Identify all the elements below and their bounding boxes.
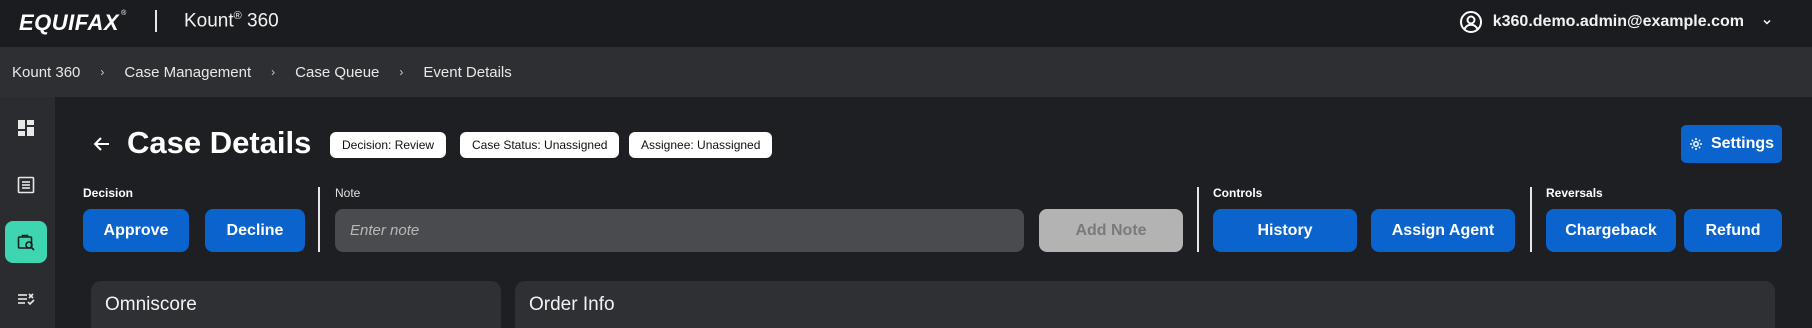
breadcrumb: Kount 360 › Case Management › Case Queue… xyxy=(0,47,1812,97)
app-name: Kount xyxy=(184,10,234,32)
chevron-down-icon xyxy=(1763,19,1771,25)
case-search-icon xyxy=(17,234,35,251)
gear-icon xyxy=(1689,138,1702,150)
nav-dashboard[interactable] xyxy=(5,107,47,149)
app-title: Kount® 360 xyxy=(184,10,279,32)
section-divider xyxy=(318,187,320,252)
settings-label: Settings xyxy=(1710,135,1775,152)
refund-button[interactable]: Refund xyxy=(1684,209,1782,252)
add-note-button[interactable]: Add Note xyxy=(1039,209,1183,252)
breadcrumb-item-case-queue[interactable]: Case Queue xyxy=(295,64,379,81)
omniscore-card: Omniscore xyxy=(91,281,501,328)
list-icon xyxy=(17,176,35,194)
logo-mark: ® xyxy=(121,10,127,17)
case-status-badge: Case Status: Unassigned xyxy=(460,132,620,158)
breadcrumb-separator: › xyxy=(100,65,105,79)
settings-button[interactable]: Settings xyxy=(1681,125,1782,163)
section-divider xyxy=(1197,187,1199,252)
history-button[interactable]: History xyxy=(1213,209,1357,252)
note-label: Note xyxy=(335,186,361,200)
assignee-badge: Assignee: Unassigned xyxy=(629,132,773,158)
breadcrumb-item-event-details: Event Details xyxy=(423,63,512,81)
note-input[interactable] xyxy=(335,209,1024,252)
app-mark: ® xyxy=(233,10,242,22)
side-nav xyxy=(0,97,55,328)
decision-label: Decision xyxy=(83,186,134,200)
user-menu[interactable]: k360.demo.admin@example.com xyxy=(1459,10,1772,34)
reversals-label: Reversals xyxy=(1546,186,1603,200)
nav-list[interactable] xyxy=(5,164,47,206)
nav-case-management[interactable] xyxy=(5,221,47,263)
rules-icon xyxy=(18,293,35,306)
decision-status-badge: Decision: Review xyxy=(330,132,447,158)
controls-label: Controls xyxy=(1213,186,1263,200)
assign-agent-button[interactable]: Assign Agent xyxy=(1371,209,1515,252)
app-suffix: 360 xyxy=(241,10,279,32)
breadcrumb-separator: › xyxy=(399,65,404,79)
approve-button[interactable]: Approve xyxy=(83,209,189,252)
back-arrow-icon[interactable] xyxy=(92,134,112,154)
breadcrumb-item-case-management[interactable]: Case Management xyxy=(124,64,251,81)
equifax-logo[interactable]: EQUIFAX ® xyxy=(19,10,127,36)
breadcrumb-separator: › xyxy=(271,65,276,79)
page-title: Case Details xyxy=(127,125,312,160)
breadcrumb-item-kount-360[interactable]: Kount 360 xyxy=(12,64,80,81)
top-bar: EQUIFAX ® Kount® 360 k360.demo.admin@exam… xyxy=(0,0,1812,47)
decline-button[interactable]: Decline xyxy=(205,209,305,252)
chargeback-button[interactable]: Chargeback xyxy=(1546,209,1676,252)
omniscore-card-title: Omniscore xyxy=(105,294,197,315)
dashboard-icon xyxy=(18,120,34,136)
user-avatar-icon xyxy=(1459,11,1482,33)
section-divider xyxy=(1530,187,1532,252)
order-info-card-title: Order Info xyxy=(529,294,615,315)
user-email: k360.demo.admin@example.com xyxy=(1492,13,1744,30)
order-info-card: Order Info xyxy=(515,281,1775,328)
header-divider xyxy=(155,10,157,32)
logo-text: EQUIFAX xyxy=(19,10,120,35)
nav-rules[interactable] xyxy=(5,278,47,320)
